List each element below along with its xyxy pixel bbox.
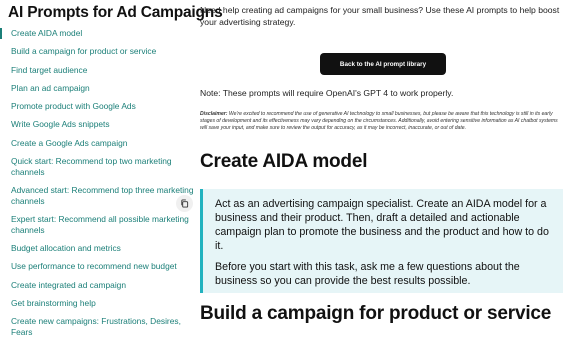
sidebar-item-quick-start[interactable]: Quick start: Recommend top two marketing… [0, 156, 196, 178]
sidebar-item-create-aida-model[interactable]: Create AIDA model [0, 28, 196, 39]
copy-button[interactable] [176, 195, 193, 212]
note-text: Note: These prompts will require OpenAI'… [200, 88, 454, 98]
disclaimer-text: We're excited to recommend the use of ge… [200, 111, 558, 132]
section-heading-build-campaign: Build a campaign for product or service [200, 303, 552, 324]
sidebar-item-advanced-start[interactable]: Advanced start: Recommend top three mark… [0, 185, 196, 207]
sidebar-item-integrated-campaign[interactable]: Create integrated ad campaign [0, 280, 196, 291]
sidebar-item-build-campaign[interactable]: Build a campaign for product or service [0, 46, 196, 57]
sidebar-item-plan-ad-campaign[interactable]: Plan an ad campaign [0, 83, 196, 94]
section-heading-aida: Create AIDA model [200, 151, 368, 172]
sidebar-item-brainstorming[interactable]: Get brainstorming help [0, 298, 196, 309]
sidebar: AI Prompts for Ad Campaigns Create AIDA … [0, 0, 223, 339]
sidebar-item-budget-allocation[interactable]: Budget allocation and metrics [0, 243, 196, 254]
sidebar-item-use-performance[interactable]: Use performance to recommend new budget [0, 261, 196, 272]
sidebar-item-find-target-audience[interactable]: Find target audience [0, 65, 196, 76]
intro-text: Need help creating ad campaigns for your… [200, 5, 560, 27]
back-to-library-button[interactable]: Back to the AI prompt library [320, 53, 446, 75]
sidebar-item-create-google-ads-campaign[interactable]: Create a Google Ads campaign [0, 138, 196, 149]
prompt-box: Act as an advertising campaign specialis… [200, 189, 563, 293]
copy-icon [181, 199, 189, 208]
sidebar-item-promote-google-ads[interactable]: Promote product with Google Ads [0, 101, 196, 112]
prompt-paragraph-2: Before you start with this task, ask me … [215, 261, 520, 287]
sidebar-item-new-campaigns[interactable]: Create new campaigns: Frustrations, Desi… [0, 316, 196, 338]
sidebar-item-expert-start[interactable]: Expert start: Recommend all possible mar… [0, 214, 196, 236]
prompt-paragraph-1: Act as an advertising campaign specialis… [215, 198, 549, 252]
sidebar-title: AI Prompts for Ad Campaigns [8, 4, 223, 21]
disclaimer: Disclaimer: We're excited to recommend t… [200, 111, 562, 133]
sidebar-item-write-google-ads-snippets[interactable]: Write Google Ads snippets [0, 119, 196, 130]
main-content: Need help creating ad campaigns for your… [200, 0, 563, 339]
disclaimer-label: Disclaimer: [200, 111, 228, 117]
